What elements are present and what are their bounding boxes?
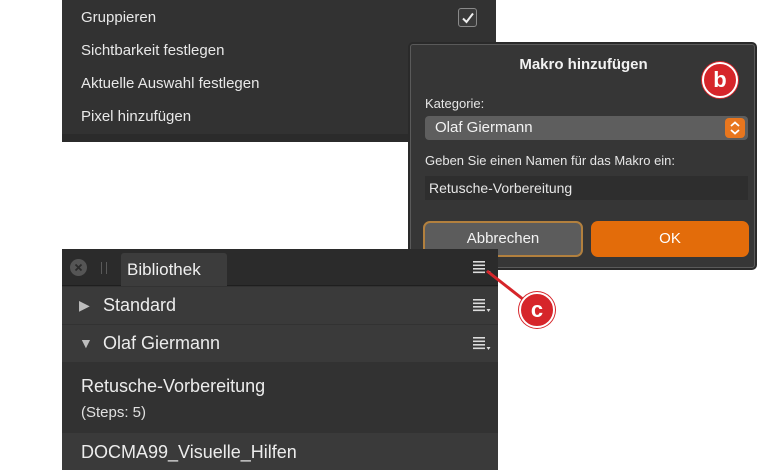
checkbox-gruppieren[interactable] <box>458 8 477 27</box>
menu-item-label: Aktuelle Auswahl festlegen <box>81 75 260 92</box>
category-value: Olaf Giermann <box>435 119 533 136</box>
macro-name-input[interactable] <box>425 176 748 200</box>
macro-item[interactable]: DOCMA99_Visuelle_Hilfen <box>62 433 498 470</box>
library-panel: Bibliothek ▶ Standard ▼ Olaf Giermann Re… <box>62 249 498 470</box>
tab-bibliothek[interactable]: Bibliothek <box>121 253 227 286</box>
triangle-down-icon[interactable]: ▼ <box>79 325 93 362</box>
callout-badge-c: c <box>519 292 555 328</box>
panel-menu-icon[interactable] <box>473 261 491 275</box>
category-row-olaf-giermann[interactable]: ▼ Olaf Giermann <box>62 325 498 362</box>
category-menu-icon[interactable] <box>473 299 491 313</box>
close-icon[interactable] <box>70 259 87 276</box>
callout-badge-b: b <box>702 62 738 98</box>
category-label: Standard <box>103 295 177 315</box>
macro-steps: (Steps: 5) <box>81 404 147 421</box>
drag-handle-icon[interactable] <box>101 262 107 274</box>
menu-item-gruppieren[interactable]: Gruppieren <box>62 1 496 34</box>
menu-item-label: Pixel hinzufügen <box>81 108 192 125</box>
macro-name: Retusche-Vorbereitung <box>81 376 266 396</box>
checkmark-icon <box>462 12 474 24</box>
category-select[interactable]: Olaf Giermann <box>425 116 748 140</box>
macro-name-label: Geben Sie einen Namen für das Makro ein: <box>425 153 676 168</box>
category-row-standard[interactable]: ▶ Standard <box>62 287 498 324</box>
macro-item[interactable]: Retusche-Vorbereitung (Steps: 5) <box>62 364 498 432</box>
category-menu-icon[interactable] <box>473 337 491 351</box>
menu-item-label: Sichtbarkeit festlegen <box>81 42 225 59</box>
ok-button[interactable]: OK <box>591 221 749 257</box>
category-label: Olaf Giermann <box>103 333 221 353</box>
triangle-right-icon[interactable]: ▶ <box>79 287 90 324</box>
chevron-updown-icon[interactable] <box>725 118 745 138</box>
category-label: Kategorie: <box>425 96 485 111</box>
library-header: Bibliothek <box>62 249 498 286</box>
menu-item-label: Gruppieren <box>81 9 157 26</box>
macro-name: DOCMA99_Visuelle_Hilfen <box>81 442 297 462</box>
